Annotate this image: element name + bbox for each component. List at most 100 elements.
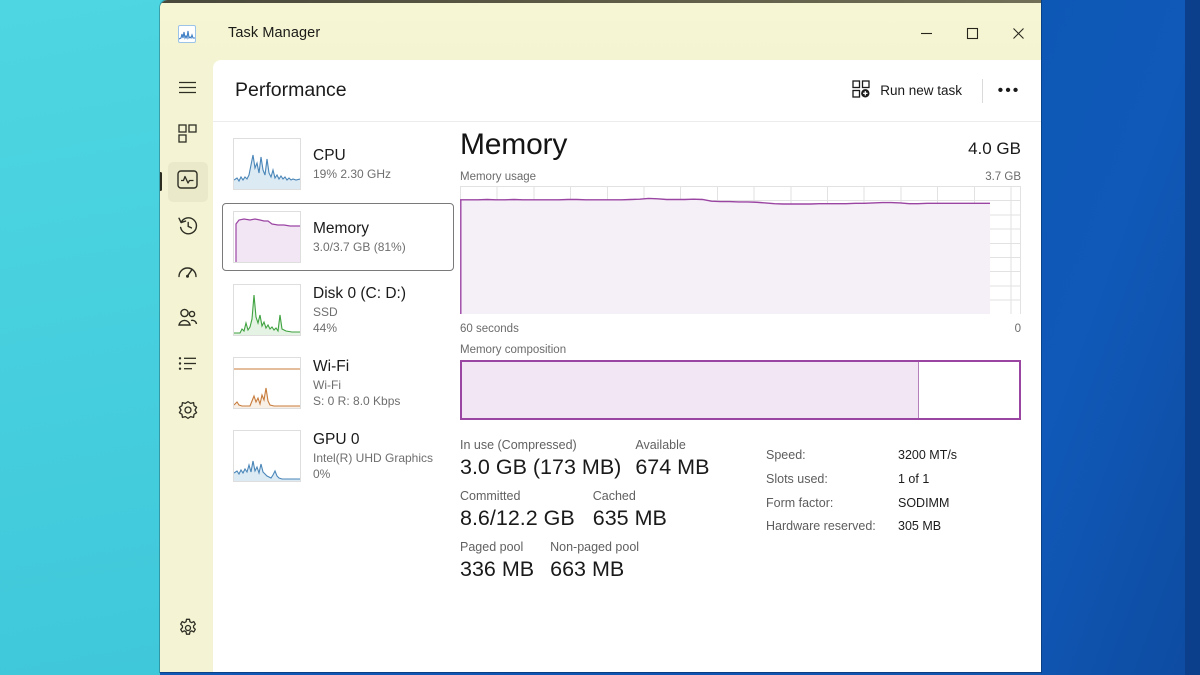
list-item-disk[interactable]: Disk 0 (C: D:) SSD 44%: [222, 276, 454, 344]
stat-label: Available: [635, 438, 686, 452]
list-item-memory[interactable]: Memory 3.0/3.7 GB (81%): [222, 203, 454, 271]
toolbar: Run new task •••: [842, 73, 1025, 108]
stat-value: 3.0 GB (173 MB): [460, 454, 622, 479]
desktop-background-left: [0, 0, 160, 675]
stat-value: 336 MB: [460, 556, 535, 581]
processes-grid-icon: [178, 124, 197, 148]
list-item-sub2: 0%: [313, 466, 331, 481]
sidebar-item-app-history[interactable]: [168, 208, 208, 248]
spec-row-hardware-reserved: Hardware reserved: 305 MB: [766, 515, 957, 539]
memory-composition-bar[interactable]: [460, 360, 1021, 420]
memory-stats: In use (Compressed) 3.0 GB (173 MB) Avai…: [460, 436, 1021, 589]
gpu-thumbnail-graph: [233, 430, 301, 482]
list-item-sub1: 3.0/3.7 GB (81%): [313, 239, 406, 254]
memory-usage-max: 3.7 GB: [985, 171, 1021, 183]
window-controls: [903, 10, 1041, 56]
spec-key: Form factor:: [766, 495, 834, 510]
list-item-title: CPU: [313, 147, 346, 165]
sidebar-item-processes[interactable]: [168, 116, 208, 156]
navigation-rail: [160, 60, 215, 672]
stat-value: 8.6/12.2 GB: [460, 505, 575, 530]
task-manager-icon: [178, 25, 196, 43]
stat-row: In use (Compressed) 3.0 GB (173 MB) Avai…: [460, 436, 752, 480]
spec-row-form-factor: Form factor: SODIMM: [766, 492, 957, 516]
memory-composition-label: Memory composition: [460, 344, 567, 356]
stat-row: Paged pool 336 MB Non-paged pool 663 MB: [460, 538, 752, 582]
device-list: CPU 19% 2.30 GHz Memory 3.0/3.7 GB (81%): [213, 122, 454, 672]
usage-axis-labels: Memory usage 3.7 GB: [460, 171, 1021, 183]
sidebar-item-startup-apps[interactable]: [168, 254, 208, 294]
sidebar-item-settings[interactable]: [168, 610, 208, 650]
list-item-sub1: 19% 2.30 GHz: [313, 166, 392, 181]
time-axis-right: 0: [1014, 323, 1021, 335]
page-title: Performance: [235, 79, 347, 101]
stats-left-column: In use (Compressed) 3.0 GB (173 MB) Avai…: [460, 436, 752, 589]
spec-key: Speed:: [766, 448, 806, 462]
time-axis-left: 60 seconds: [460, 323, 519, 335]
stat-available: Available 674 MB: [635, 436, 709, 480]
settings-gear-icon: [178, 618, 198, 643]
memory-usage-chart-svg: [460, 186, 990, 314]
sidebar-item-details[interactable]: [168, 346, 208, 386]
stat-value: 674 MB: [635, 454, 710, 479]
maximize-button[interactable]: [949, 10, 995, 56]
run-new-task-label: Run new task: [880, 83, 962, 98]
services-cog-icon: [178, 400, 198, 425]
memory-title: Memory: [460, 128, 568, 161]
memory-usage-chart: [460, 186, 1021, 314]
spec-row-slots: Slots used: 1 of 1: [766, 468, 957, 492]
title-bar: Task Manager: [160, 3, 1041, 63]
memory-thumbnail-graph: [233, 211, 301, 263]
more-options-button[interactable]: •••: [993, 75, 1025, 107]
list-item-title: Wi-Fi: [313, 358, 350, 376]
spec-value: 305 MB: [898, 519, 942, 534]
stat-non-paged-pool: Non-paged pool 663 MB: [550, 538, 639, 582]
details-list-icon: [178, 356, 197, 376]
spec-value: SODIMM: [898, 495, 950, 510]
panel-body: CPU 19% 2.30 GHz Memory 3.0/3.7 GB (81%): [213, 122, 1041, 672]
memory-specs: Speed: 3200 MT/s Slots used: 1 of 1 Form…: [766, 436, 957, 589]
list-item-text: Memory 3.0/3.7 GB (81%): [313, 219, 406, 255]
stat-label: Cached: [592, 489, 636, 504]
sidebar-item-users[interactable]: [168, 300, 208, 340]
spec-value: 1 of 1: [898, 471, 930, 486]
list-item-text: CPU 19% 2.30 GHz: [313, 146, 391, 182]
list-item-gpu[interactable]: GPU 0 Intel(R) UHD Graphics 0%: [222, 422, 454, 490]
wifi-thumbnail-graph: [233, 357, 301, 409]
sidebar-item-performance[interactable]: [160, 162, 208, 202]
list-item-cpu[interactable]: CPU 19% 2.30 GHz: [222, 130, 454, 198]
content-panel: Performance Run new task ••• CPU 19% 2.3…: [213, 60, 1041, 672]
memory-usage-label: Memory usage: [460, 171, 537, 183]
stat-value: 635 MB: [592, 505, 667, 530]
list-item-wifi[interactable]: Wi-Fi Wi-Fi S: 0 R: 8.0 Kbps: [222, 349, 454, 417]
spec-key: Slots used:: [766, 471, 828, 486]
close-button[interactable]: [995, 10, 1041, 56]
desktop-background-strip: [1185, 0, 1200, 675]
list-item-sub1: Intel(R) UHD Graphics: [313, 450, 434, 465]
list-item-sub2: 44%: [313, 320, 338, 335]
stat-label: In use (Compressed): [460, 438, 577, 452]
performance-pulse-icon: [177, 170, 198, 194]
time-axis-labels: 60 seconds 0: [460, 323, 1021, 335]
list-item-text: Wi-Fi Wi-Fi S: 0 R: 8.0 Kbps: [313, 357, 400, 409]
list-item-sub1: SSD: [313, 304, 338, 319]
task-manager-window: Task Manager Performance Run new task ••…: [160, 0, 1041, 672]
run-new-task-button[interactable]: Run new task: [842, 73, 972, 108]
sidebar-item-services[interactable]: [168, 392, 208, 432]
cpu-thumbnail-graph: [233, 138, 301, 190]
hamburger-menu-icon: [178, 80, 197, 100]
window-title: Task Manager: [228, 25, 321, 41]
list-item-sub2: S: 0 R: 8.0 Kbps: [313, 393, 401, 408]
composition-in-use-segment: [462, 362, 919, 418]
new-task-icon: [852, 80, 870, 101]
stat-cached: Cached 635 MB: [593, 487, 667, 531]
users-people-icon: [177, 308, 198, 332]
stat-value: 663 MB: [550, 556, 625, 581]
stat-paged-pool: Paged pool 336 MB: [460, 538, 534, 582]
detail-header: Memory 4.0 GB: [460, 128, 1021, 162]
composition-label-row: Memory composition: [460, 344, 1021, 356]
startup-gauge-icon: [177, 263, 198, 285]
spec-key: Hardware reserved:: [766, 519, 876, 534]
sidebar-item-hamburger[interactable]: [168, 70, 208, 110]
minimize-button[interactable]: [903, 10, 949, 56]
